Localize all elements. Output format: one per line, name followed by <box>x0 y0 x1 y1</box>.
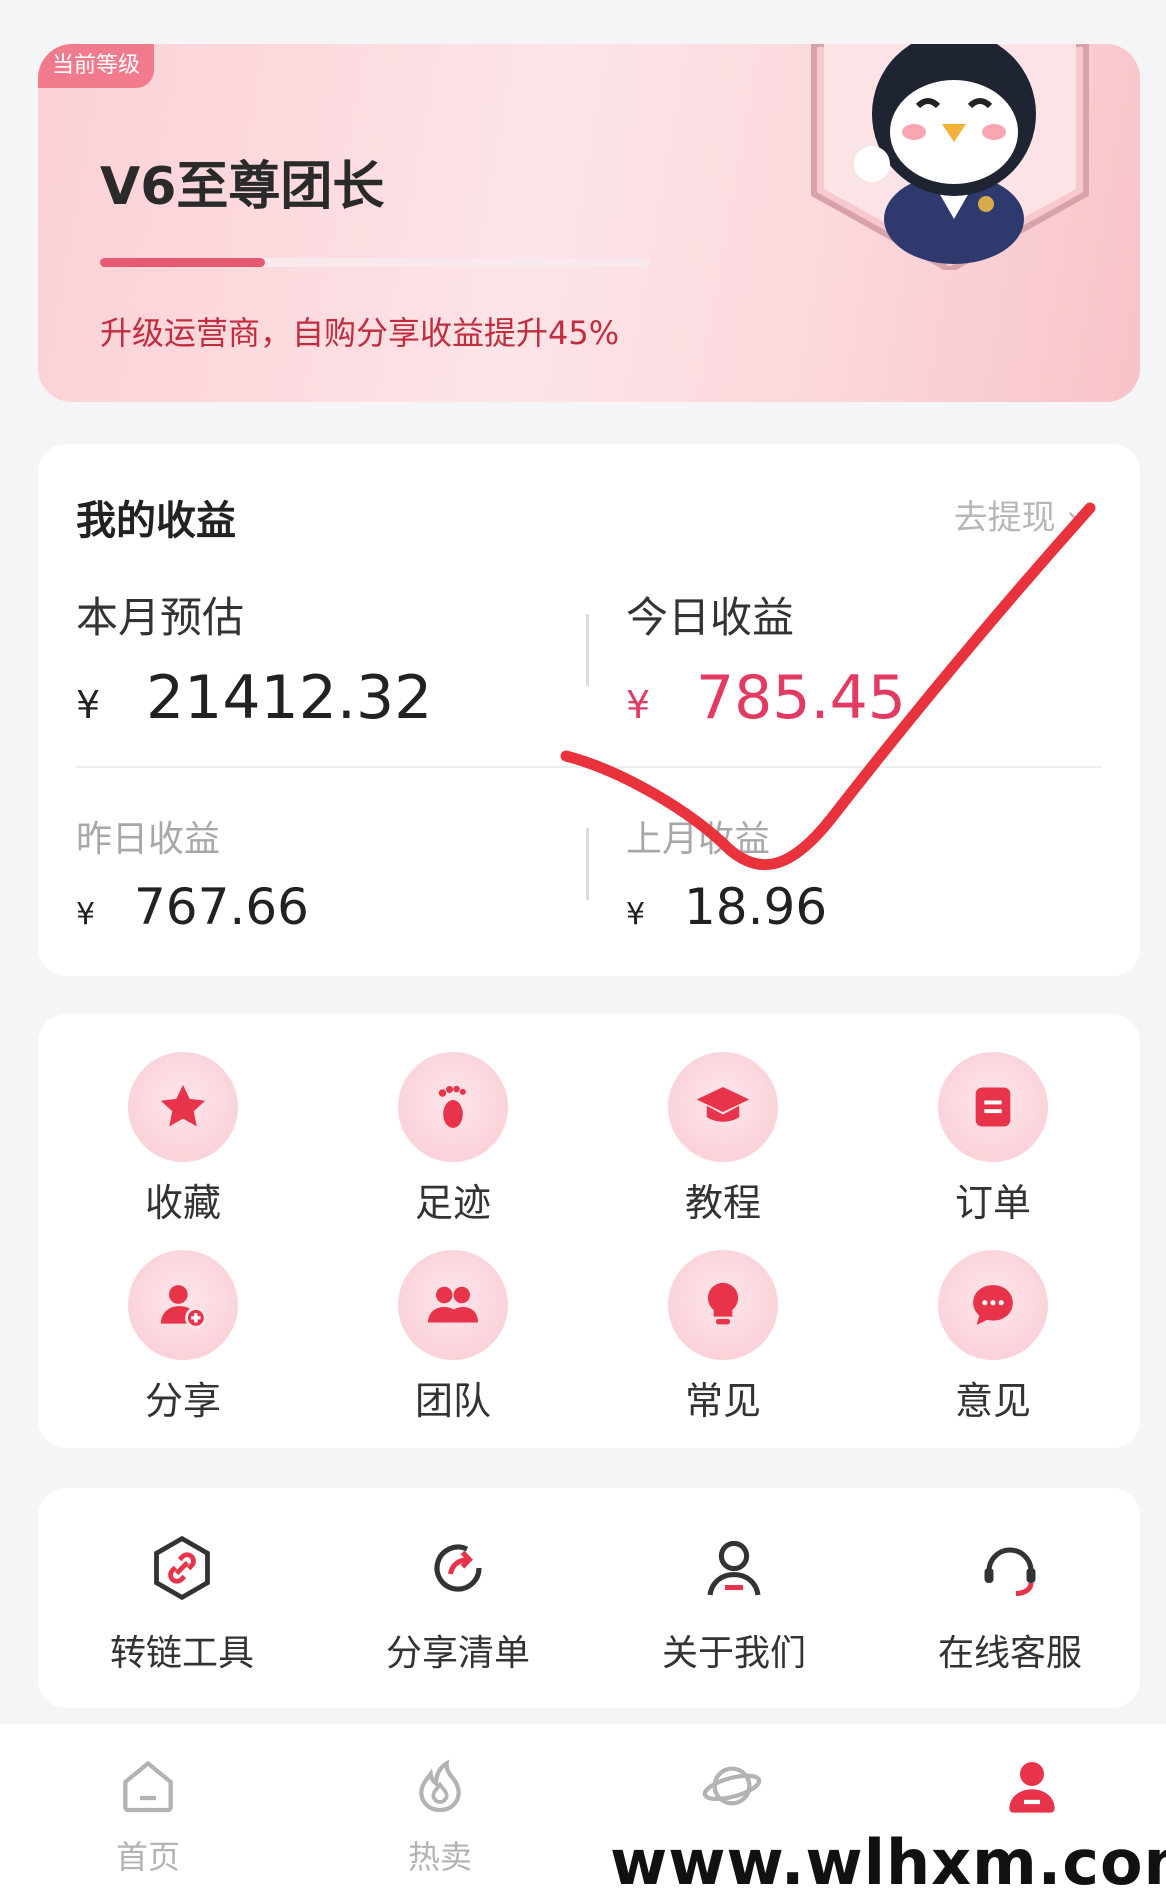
level-progress-bar <box>100 258 650 267</box>
share-arrow-icon <box>418 1528 498 1608</box>
currency-symbol: ¥ <box>626 683 651 727</box>
grid-label: 团队 <box>414 1379 491 1423</box>
grid-label: 教程 <box>684 1181 761 1225</box>
flame-icon <box>400 1746 480 1826</box>
home-icon <box>108 1746 188 1826</box>
tools-card: 转链工具 分享清单 关于我们 在线客服 <box>38 1488 1140 1708</box>
grid-item-feedback[interactable]: 意见 <box>893 1250 1093 1425</box>
level-upgrade-text[interactable]: 升级运营商，自购分享收益提升45% <box>100 308 619 354</box>
this-month-label: 本月预估 <box>76 593 245 642</box>
divider <box>76 766 1102 768</box>
this-month-value: 21412.32 <box>146 663 433 733</box>
grid-label: 常见 <box>684 1379 761 1423</box>
level-card: 当前等级 V6至尊团长 升级运营商，自购分享收益提升45% <box>38 44 1140 402</box>
level-badge: 当前等级 <box>38 44 155 88</box>
profile-icon <box>992 1746 1072 1826</box>
person-icon <box>694 1528 774 1608</box>
divider <box>586 828 589 900</box>
tool-about-us[interactable]: 关于我们 <box>614 1528 854 1676</box>
today-earnings: 今日收益 ¥ 785.45 <box>626 584 906 733</box>
tool-label: 转链工具 <box>109 1633 254 1674</box>
level-progress-fill <box>100 258 265 267</box>
planet-icon <box>692 1746 772 1826</box>
nav-tab-profile[interactable] <box>942 1746 1122 1832</box>
last-month-label: 上月收益 <box>626 819 771 860</box>
tool-label: 在线客服 <box>937 1633 1082 1674</box>
grid-item-share[interactable]: 分享 <box>83 1250 283 1425</box>
nav-label: 首页 <box>115 1838 180 1876</box>
grid-label: 意见 <box>954 1379 1031 1423</box>
lightbulb-icon <box>668 1250 778 1360</box>
add-user-icon <box>128 1250 238 1360</box>
grid-label: 分享 <box>144 1379 221 1423</box>
nav-tab-discover[interactable] <box>642 1746 822 1832</box>
headset-icon <box>970 1528 1050 1608</box>
grid-item-footprints[interactable]: 足迹 <box>353 1052 553 1227</box>
grid-item-faq[interactable]: 常见 <box>623 1250 823 1425</box>
tool-online-support[interactable]: 在线客服 <box>890 1528 1130 1676</box>
team-icon <box>398 1250 508 1360</box>
today-value: 785.45 <box>696 663 906 733</box>
order-icon <box>938 1052 1048 1162</box>
tool-share-list[interactable]: 分享清单 <box>338 1528 578 1676</box>
star-icon <box>128 1052 238 1162</box>
yesterday-earnings: 昨日收益 ¥ 767.66 <box>76 810 309 936</box>
tool-label: 关于我们 <box>661 1633 806 1674</box>
last-month-earnings: 上月收益 ¥ 18.96 <box>626 810 827 936</box>
link-icon <box>142 1528 222 1608</box>
level-title: V6至尊团长 <box>100 157 385 217</box>
yesterday-label: 昨日收益 <box>76 819 221 860</box>
grid-item-orders[interactable]: 订单 <box>893 1052 1093 1227</box>
today-label: 今日收益 <box>626 593 795 642</box>
watermark-text: www.wlhxm.com <box>610 1826 1166 1898</box>
grid-item-tutorial[interactable]: 教程 <box>623 1052 823 1227</box>
nav-tab-home[interactable]: 首页 <box>58 1746 238 1878</box>
tool-label: 分享清单 <box>385 1633 530 1674</box>
graduation-cap-icon <box>668 1052 778 1162</box>
this-month-estimate: 本月预估 ¥ 21412.32 <box>76 584 432 733</box>
currency-symbol: ¥ <box>626 897 646 932</box>
grid-label: 收藏 <box>144 1181 221 1225</box>
currency-symbol: ¥ <box>76 683 101 727</box>
tool-link-converter[interactable]: 转链工具 <box>62 1528 302 1676</box>
withdraw-link[interactable]: 去提现 › <box>954 490 1080 539</box>
currency-symbol: ¥ <box>76 897 96 932</box>
divider <box>586 614 589 686</box>
function-grid-card: 收藏 足迹 教程 订单 分享 团队 常见 意见 <box>38 1014 1140 1448</box>
nav-label: 热卖 <box>407 1838 472 1876</box>
nav-tab-hot[interactable]: 热卖 <box>350 1746 530 1878</box>
footprint-icon <box>398 1052 508 1162</box>
grid-item-team[interactable]: 团队 <box>353 1250 553 1425</box>
grid-label: 足迹 <box>414 1181 491 1225</box>
chat-bubble-icon <box>938 1250 1048 1360</box>
penguin-mascot-illustration <box>811 44 1089 270</box>
grid-label: 订单 <box>954 1181 1031 1225</box>
earnings-card: 我的收益 去提现 › 本月预估 ¥ 21412.32 今日收益 ¥ 785.45… <box>38 444 1140 976</box>
last-month-value: 18.96 <box>684 878 828 936</box>
earnings-title: 我的收益 <box>76 498 236 544</box>
grid-item-favorites[interactable]: 收藏 <box>83 1052 283 1227</box>
yesterday-value: 767.66 <box>134 878 309 936</box>
